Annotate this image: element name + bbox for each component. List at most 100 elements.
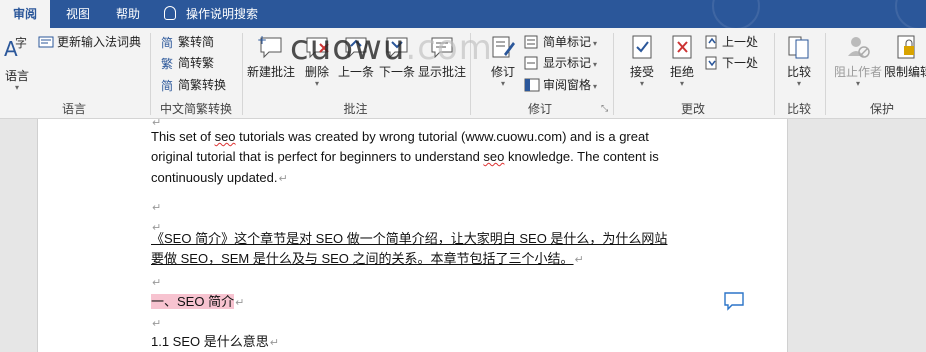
simplified-to-traditional-button[interactable]: 繁简转繁 <box>161 54 214 72</box>
traditional-to-simplified-button[interactable]: 简繁转简 <box>161 33 214 51</box>
markup-view-select[interactable]: 简单标记 ▾ <box>524 33 597 51</box>
comment-balloon-icon[interactable] <box>723 291 745 311</box>
language-label: 语言 <box>4 69 29 83</box>
track-changes-label: 修订 <box>490 65 515 79</box>
to-traditional-label: 简转繁 <box>178 56 215 70</box>
markup-view-value: 简单标记 <box>543 35 592 49</box>
watermark-domain: .com <box>405 28 493 68</box>
previous-change-icon <box>705 35 717 49</box>
conversion-label: 简繁转换 <box>178 78 227 92</box>
chevron-down-icon: ▾ <box>679 79 684 88</box>
subheading-what-is-seo: 1.1 SEO 是什么意思↵ <box>151 334 279 349</box>
tab-view[interactable]: 视图 <box>56 0 100 28</box>
new-comment-icon: + <box>257 34 282 59</box>
svg-text:字: 字 <box>15 35 27 50</box>
show-markup-button[interactable]: 显示标记 ▾ <box>524 54 597 72</box>
reject-icon <box>672 35 692 59</box>
reject-button[interactable]: 拒绝 ▾ <box>665 34 699 88</box>
simplified-to-traditional-icon: 繁 <box>161 56 173 70</box>
conversion-icon: 简 <box>161 79 173 92</box>
previous-change-label: 上一处 <box>722 35 759 49</box>
previous-change-button[interactable]: 上一处 <box>705 33 758 51</box>
group-label-compare: 比较 <box>786 102 811 116</box>
group-label-tracking: 修订 <box>527 102 552 116</box>
show-markup-icon <box>524 56 538 70</box>
track-changes-icon <box>492 36 515 58</box>
chevron-down-icon: ▾ <box>593 82 598 91</box>
chinese-conversion-button[interactable]: 简简繁转换 <box>161 76 226 94</box>
next-change-icon <box>705 56 717 70</box>
accept-label: 接受 <box>629 65 654 79</box>
reviewing-pane-button[interactable]: 审阅窗格 ▾ <box>524 76 597 94</box>
svg-text:简: 简 <box>161 79 173 92</box>
chevron-down-icon: ▾ <box>593 60 598 69</box>
ime-update-label: 更新输入法词典 <box>57 35 142 49</box>
chevron-down-icon: ▾ <box>314 79 319 88</box>
tell-me-label: 操作说明搜索 <box>186 7 259 21</box>
to-simplified-label: 繁转简 <box>178 35 215 49</box>
watermark-text: cuowu <box>290 28 406 68</box>
markup-view-icon <box>524 35 538 49</box>
chinese-paragraph-line-1: 《SEO 简介》这个章节是对 SEO 做一个简单介绍，让大家明白 SEO 是什么… <box>151 231 668 246</box>
reviewing-pane-icon <box>524 78 540 92</box>
block-authors-icon <box>848 37 870 58</box>
chevron-down-icon: ▾ <box>639 79 644 88</box>
new-comment-label: 新建批注 <box>246 65 295 79</box>
block-authors-label: 阻止作者 <box>834 65 883 79</box>
lock-icon <box>897 35 915 59</box>
decor-circle-icon <box>895 0 926 30</box>
group-divider <box>825 33 826 115</box>
spelling-error: seo <box>214 129 236 144</box>
block-authors-button[interactable]: 阻止作者 ▾ <box>834 34 882 88</box>
next-change-button[interactable]: 下一处 <box>705 54 758 72</box>
paragraph-mark: ↵ <box>278 173 288 185</box>
language-button[interactable]: A 字 语言 ▾ <box>2 34 32 92</box>
group-label-changes: 更改 <box>680 102 705 116</box>
group-label-language: 语言 <box>61 102 86 116</box>
next-change-label: 下一处 <box>722 56 759 70</box>
heading-seo-intro: 一、SEO 简介↵ <box>151 294 245 309</box>
group-label-protect: 保护 <box>869 102 894 116</box>
group-label-chinese-conversion: 中文简繁转换 <box>159 102 232 116</box>
tab-review[interactable]: 审阅 <box>0 0 50 28</box>
empty-paragraph: ↵ <box>152 318 162 330</box>
tab-help[interactable]: 帮助 <box>106 0 150 28</box>
english-line: This set of seo tutorials was created by… <box>151 129 649 144</box>
compare-button[interactable]: 比较 ▾ <box>782 34 816 88</box>
lightbulb-icon <box>164 6 176 20</box>
chevron-down-icon: ▾ <box>593 39 598 48</box>
chevron-down-icon: ▾ <box>500 79 505 88</box>
empty-paragraph: ↵ <box>152 202 162 214</box>
chinese-paragraph-line-2: 要做 SEO，SEM 是什么及与 SEO 之间的关系。本章节包括了三个小结。↵ <box>151 251 584 266</box>
reviewing-pane-label: 审阅窗格 <box>543 78 592 92</box>
update-ime-dictionary-button[interactable]: 更新输入法词典 <box>38 33 141 51</box>
ribbon-tab-bar: 审阅 视图 帮助 操作说明搜索 <box>0 0 926 30</box>
accept-icon <box>632 35 652 59</box>
svg-text:+: + <box>257 34 267 47</box>
dictionary-icon <box>38 36 54 48</box>
show-markup-label: 显示标记 <box>543 56 592 70</box>
compare-label: 比较 <box>786 65 811 79</box>
chevron-down-icon: ▾ <box>14 83 19 92</box>
english-line: original tutorial that is perfect for be… <box>151 149 659 164</box>
tell-me-search[interactable]: 操作说明搜索 <box>164 0 258 28</box>
reject-label: 拒绝 <box>669 65 694 79</box>
spelling-error: seo <box>483 149 505 164</box>
accept-button[interactable]: 接受 ▾ <box>625 34 659 88</box>
svg-text:繁: 繁 <box>161 56 173 70</box>
traditional-to-simplified-icon: 简 <box>161 36 173 49</box>
document-area: ↵ This set of seo tutorials was created … <box>0 117 926 352</box>
svg-text:简: 简 <box>161 36 173 49</box>
english-line: continuously updated.↵ <box>151 170 288 185</box>
document-page[interactable]: ↵ This set of seo tutorials was created … <box>37 117 788 352</box>
watermark: cuowu.com <box>290 28 493 68</box>
group-label-comments: 批注 <box>343 102 368 116</box>
language-icon: A 字 <box>4 35 27 61</box>
restrict-editing-button[interactable]: 限制编辑 <box>884 34 926 80</box>
decor-circle-icon <box>712 0 760 30</box>
chevron-down-icon: ▾ <box>855 79 860 88</box>
restrict-editing-label: 限制编辑 <box>884 65 926 79</box>
compare-icon <box>788 36 809 59</box>
chevron-down-icon: ▾ <box>796 79 801 88</box>
paragraph-mark: ↵ <box>152 117 162 129</box>
